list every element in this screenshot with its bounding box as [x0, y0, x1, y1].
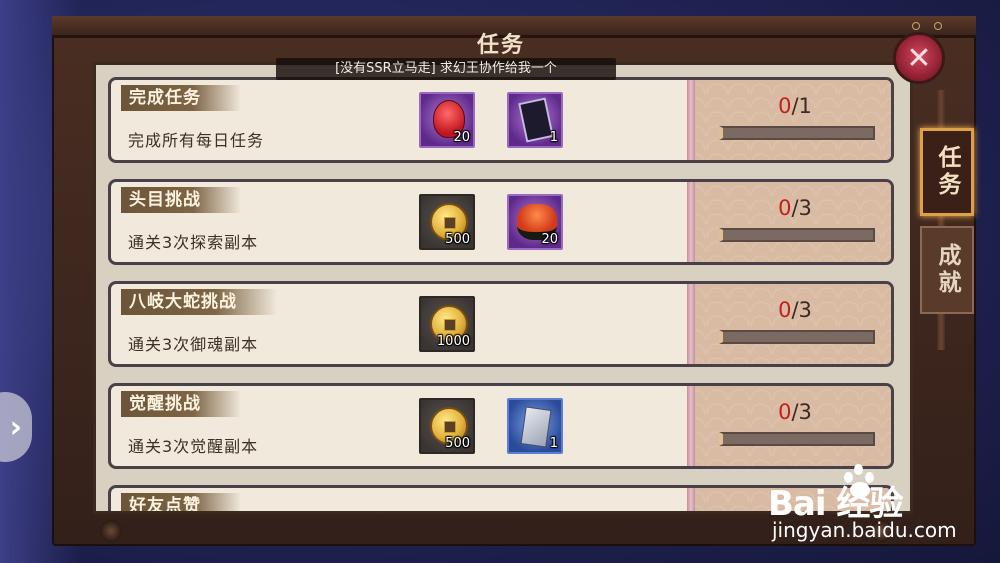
- progress-area: 0/3: [695, 284, 891, 364]
- reward-count: 1: [549, 436, 558, 451]
- progress-current: 0: [778, 196, 792, 220]
- watermark: Bai 经验 jingyan.baidu.com: [768, 462, 988, 552]
- row-divider: [687, 182, 695, 262]
- reward-item[interactable]: 500: [419, 194, 475, 250]
- close-decoration-icon: [908, 22, 946, 32]
- task-title: 八岐大蛇挑战: [121, 289, 277, 315]
- reward-item[interactable]: 1000: [419, 296, 475, 352]
- reward-item[interactable]: 1: [507, 92, 563, 148]
- chevron-right-icon: ›: [9, 409, 22, 445]
- task-row[interactable]: 完成任务完成所有每日任务 20 1 0/1: [108, 77, 894, 163]
- progress-bar: [719, 126, 875, 140]
- frame-knob-icon: [100, 520, 122, 542]
- task-description: 通关3次御魂副本: [128, 335, 259, 354]
- task-title: 完成任务: [121, 85, 241, 111]
- reward-item[interactable]: 20: [419, 92, 475, 148]
- task-row[interactable]: 头目挑战通关3次探索副本 500 20 0/3: [108, 179, 894, 265]
- task-description: 完成所有每日任务: [128, 131, 265, 150]
- tab-label: 任务: [934, 145, 960, 199]
- silver-ticket-icon: [520, 406, 552, 448]
- tab-tasks[interactable]: 任务: [920, 128, 974, 216]
- progress-current: 0: [778, 298, 792, 322]
- progress-bar: [719, 228, 875, 242]
- task-panel[interactable]: 完成任务 完成所有每日任务 20 1 0/1 头目挑战 通关3次探索副本 500 20 0/3 八岐…: [93, 62, 913, 514]
- progress-text: 0/3: [695, 400, 891, 424]
- row-divider: [687, 386, 695, 466]
- page-title: 任务: [476, 33, 525, 58]
- progress-total: /3: [791, 298, 812, 322]
- reward-count: 500: [445, 436, 470, 451]
- watermark-url: jingyan.baidu.com: [772, 518, 957, 542]
- task-description: 通关3次探索副本: [128, 233, 259, 252]
- tab-achievements[interactable]: 成就: [920, 226, 974, 314]
- task-title: 好友点赞: [121, 493, 241, 511]
- task-description: 通关3次觉醒副本: [128, 437, 259, 456]
- row-divider: [687, 284, 695, 364]
- progress-text: 0/3: [695, 196, 891, 220]
- tab-label: 成就: [934, 243, 960, 297]
- task-title: 头目挑战: [121, 187, 241, 213]
- task-row[interactable]: 八岐大蛇挑战通关3次御魂副本 1000 0/3: [108, 281, 894, 367]
- task-row[interactable]: 觉醒挑战通关3次觉醒副本 500 1 0/3: [108, 383, 894, 469]
- reward-item[interactable]: 500: [419, 398, 475, 454]
- reward-count: 20: [541, 232, 558, 247]
- progress-text: 0/1: [695, 94, 891, 118]
- reward-count: 20: [453, 130, 470, 145]
- row-divider: [687, 80, 695, 160]
- scroll-icon: [518, 97, 554, 143]
- progress-total: /3: [791, 400, 812, 424]
- progress-current: 0: [778, 94, 792, 118]
- progress-bar: [719, 330, 875, 344]
- reward-item[interactable]: 20: [507, 194, 563, 250]
- row-divider: [687, 488, 695, 511]
- reward-count: 1000: [436, 334, 470, 349]
- progress-current: 0: [778, 400, 792, 424]
- progress-bar: [719, 432, 875, 446]
- broadcast-message: [没有SSR立马走] 求幻王协作给我一个: [276, 58, 616, 80]
- close-button[interactable]: ✕: [893, 32, 945, 84]
- reward-count: 1: [549, 130, 558, 145]
- progress-total: /3: [791, 196, 812, 220]
- task-title: 觉醒挑战: [121, 391, 241, 417]
- reward-count: 500: [445, 232, 470, 247]
- progress-area: 0/3: [695, 386, 891, 466]
- progress-total: /1: [791, 94, 812, 118]
- reward-item[interactable]: 1: [507, 398, 563, 454]
- close-icon: ✕: [906, 40, 932, 76]
- progress-text: 0/3: [695, 298, 891, 322]
- progress-area: 0/3: [695, 182, 891, 262]
- progress-area: 0/1: [695, 80, 891, 160]
